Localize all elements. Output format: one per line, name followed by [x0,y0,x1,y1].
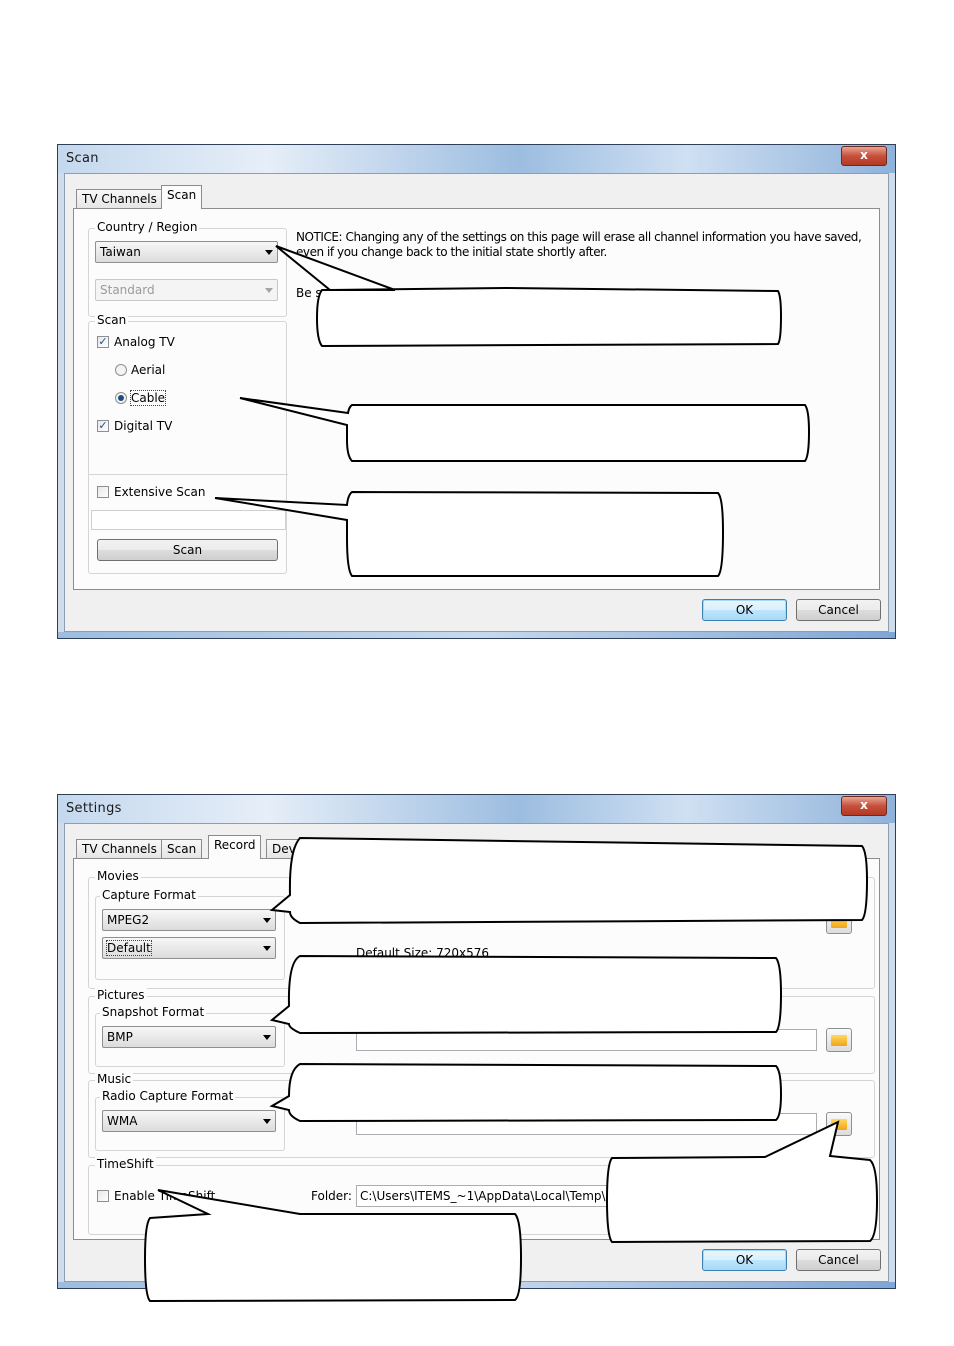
settings-dialog-titlebar[interactable]: Settings x [58,795,895,823]
scan-dialog-client: TV Channels Scan Country / Region Taiwan… [64,173,889,632]
folder-icon [831,1035,847,1046]
tab-scan[interactable]: Scan [161,185,203,209]
chevron-down-icon [263,1035,271,1040]
scan-button[interactable]: Scan [97,539,278,561]
scan-tab-panel: Country / Region Taiwan Standard NOTICE:… [73,208,880,590]
analog-tv-checkbox[interactable]: ✓ [97,336,109,348]
snapshot-format-group: Snapshot Format BMP [95,1005,285,1067]
timeshift-folder-label: Folder: [311,1189,352,1203]
scan-progress-field [91,510,286,530]
scan-group-divider [89,474,288,475]
capture-quality-dropdown[interactable]: Default [102,937,276,959]
settings-dialog-client: TV Channels Scan Record Devi Movies Capt… [64,823,889,1282]
scan-options-group: Scan ✓ Analog TV Aerial Cable ✓ Digital … [88,313,288,574]
scan-dialog-frame-bottom [58,632,895,638]
chevron-down-icon [265,288,273,293]
scan-dialog: Scan x TV Channels Scan Country / Region… [57,144,896,639]
timeshift-label: TimeShift [95,1157,156,1171]
extensive-scan-label[interactable]: Extensive Scan [114,485,205,499]
standard-dropdown: Standard [95,279,278,301]
country-dropdown[interactable]: Taiwan [95,241,278,263]
timeshift-group: TimeShift Enable TimeShift Folder: C:\Us… [88,1157,875,1235]
movies-group: Movies Capture Format MPEG2 Default Defa… [88,869,875,989]
aerial-radio[interactable] [115,364,127,376]
capture-format-value: MPEG2 [107,913,150,927]
pictures-group: Pictures Snapshot Format BMP [88,988,875,1074]
notice-line-1: NOTICE: Changing any of the settings on … [296,230,862,244]
music-folder-field[interactable] [356,1113,817,1135]
enable-timeshift-checkbox[interactable] [97,1190,109,1202]
pictures-folder-field[interactable] [356,1029,817,1051]
ok-button[interactable]: OK [702,599,787,621]
radio-capture-format-group: Radio Capture Format WMA [95,1089,285,1151]
folder-icon [831,917,847,928]
music-label: Music [95,1072,134,1086]
aerial-label[interactable]: Aerial [131,363,165,377]
be-sure-text: Be su [296,286,330,300]
country-region-label: Country / Region [95,220,200,234]
movies-folder-browse-button[interactable] [826,910,852,934]
timeshift-folder-field[interactable]: C:\Users\ITEMS_~1\AppData\Local\Temp\ [356,1185,817,1207]
digital-tv-label[interactable]: Digital TV [114,419,172,433]
tab-tv-channels[interactable]: TV Channels [76,189,163,209]
radio-capture-format-label: Radio Capture Format [100,1089,236,1103]
chevron-down-icon [263,946,271,951]
extensive-scan-checkbox[interactable] [97,486,109,498]
cable-radio[interactable] [115,392,127,404]
window-title: Scan [66,151,99,166]
radio-capture-format-dropdown[interactable]: WMA [102,1110,276,1132]
cancel-button[interactable]: Cancel [796,599,881,621]
music-folder-browse-button[interactable] [826,1112,852,1136]
folder-icon [831,1119,847,1130]
record-tab-panel: Movies Capture Format MPEG2 Default Defa… [73,858,880,1240]
cancel-button[interactable]: Cancel [796,1249,881,1271]
snapshot-format-dropdown[interactable]: BMP [102,1026,276,1048]
tab-record[interactable]: Record [208,835,262,859]
window-title: Settings [66,801,122,816]
snapshot-format-label: Snapshot Format [100,1005,207,1019]
standard-value: Standard [100,283,155,297]
close-button[interactable]: x [841,146,887,166]
scan-dialog-titlebar[interactable]: Scan x [58,145,895,173]
country-value: Taiwan [100,245,141,259]
capture-format-group: Capture Format MPEG2 Default [95,888,285,980]
enable-timeshift-label[interactable]: Enable TimeShift [114,1189,215,1203]
analog-tv-label[interactable]: Analog TV [114,335,175,349]
digital-tv-checkbox[interactable]: ✓ [97,420,109,432]
capture-format-label: Capture Format [100,888,198,902]
pictures-folder-browse-button[interactable] [826,1028,852,1052]
capture-quality-value: Default [106,940,152,956]
chevron-down-icon [263,918,271,923]
tab-scan[interactable]: Scan [161,839,203,859]
pictures-label: Pictures [95,988,147,1002]
settings-dialog-frame-bottom [58,1282,895,1288]
scan-group-label: Scan [95,313,129,327]
movies-label: Movies [95,869,141,883]
tab-devices[interactable]: Devi [266,839,326,859]
capture-format-dropdown[interactable]: MPEG2 [102,909,276,931]
snapshot-format-value: BMP [107,1030,133,1044]
country-region-group: Country / Region Taiwan Standard [88,220,287,317]
chevron-down-icon [263,1119,271,1124]
default-size-text: Default Size: 720x576 [356,946,490,960]
close-button[interactable]: x [841,796,887,816]
radio-capture-format-value: WMA [107,1114,138,1128]
cable-label[interactable]: Cable [129,390,167,406]
chevron-down-icon [265,250,273,255]
settings-dialog: Settings x TV Channels Scan Record Devi … [57,794,896,1289]
music-group: Music Radio Capture Format WMA [88,1072,875,1158]
notice-line-2: even if you change back to the initial s… [296,245,607,259]
ok-button[interactable]: OK [702,1249,787,1271]
tab-tv-channels[interactable]: TV Channels [76,839,163,859]
